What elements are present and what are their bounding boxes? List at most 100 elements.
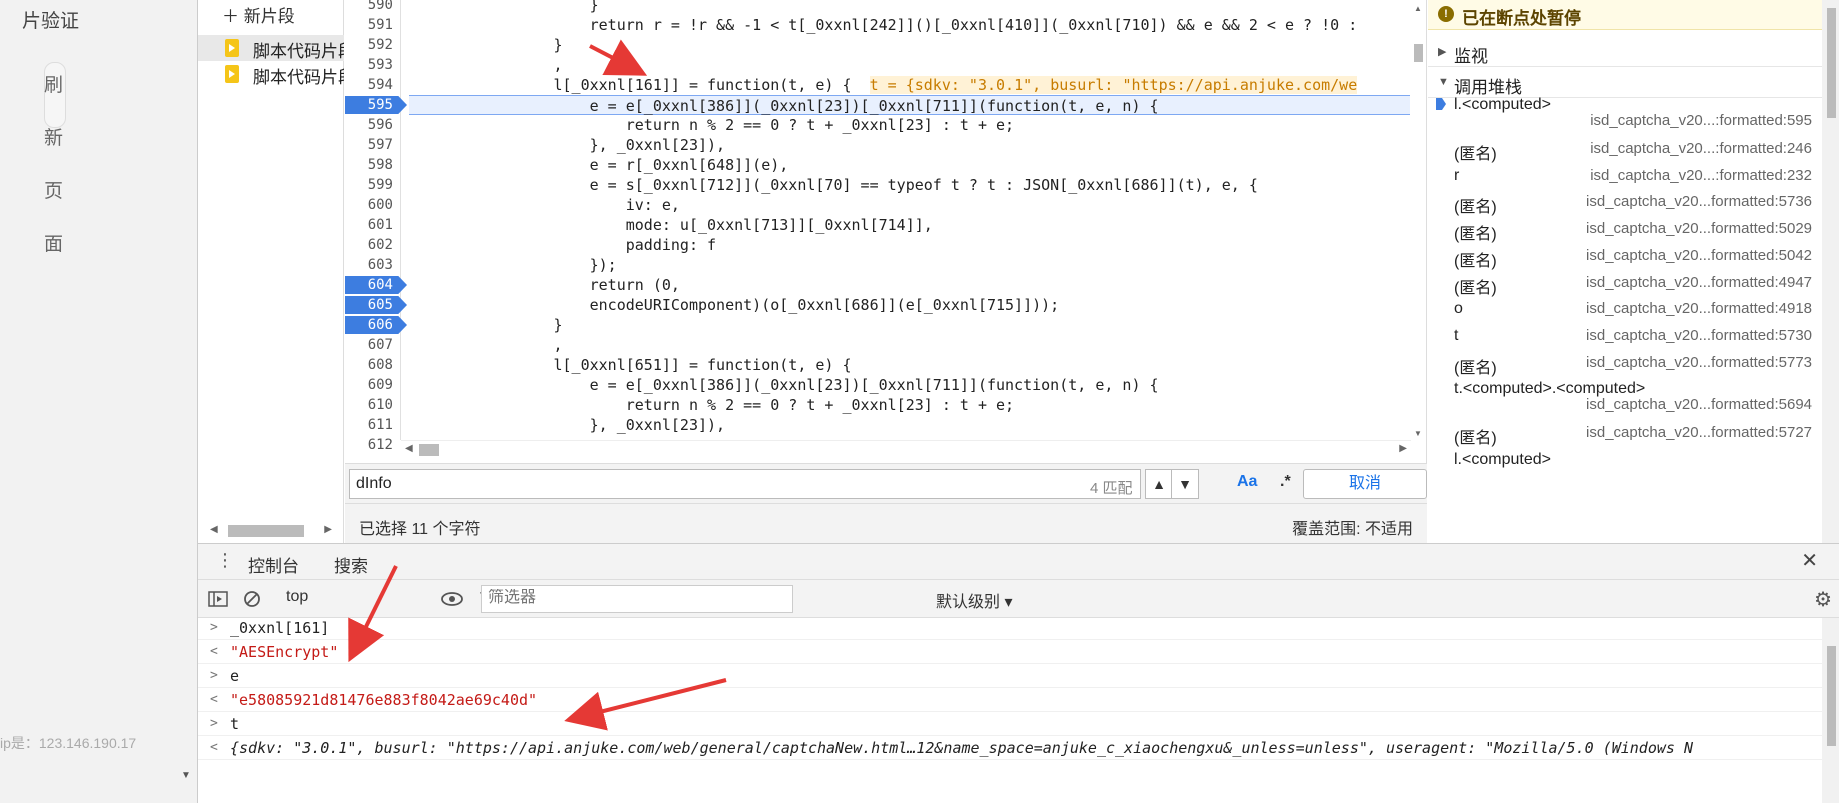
code-line[interactable]: } <box>409 35 1426 55</box>
code-line[interactable]: , <box>409 55 1426 75</box>
console-output[interactable]: > _0xxnl[161] < "AESEncrypt" > e < "e58085921d8… <box>198 618 1822 803</box>
snippet-item[interactable]: 脚本代码片段 <box>198 35 344 61</box>
frame-location[interactable]: isd_captcha_v20...:formatted:232 <box>1590 167 1812 184</box>
frame-location[interactable]: isd_captcha_v20...formatted:4947 <box>1586 274 1812 291</box>
call-frame[interactable]: l.<computed> <box>1428 445 1822 476</box>
line-number[interactable]: 599 <box>345 175 401 195</box>
frame-location[interactable]: isd_captcha_v20...formatted:5042 <box>1586 247 1812 264</box>
line-number[interactable]: 598 <box>345 155 401 175</box>
scroll-down-icon[interactable]: ▼ <box>1414 429 1422 438</box>
console-result-line[interactable]: < {sdkv: "3.0.1", busurl: "https://api.an… <box>198 736 1822 760</box>
frame-location[interactable]: isd_captcha_v20...formatted:5773 <box>1586 354 1812 371</box>
cancel-button[interactable]: 取消 <box>1303 469 1427 499</box>
watch-section-header[interactable]: ▶ 监视 <box>1428 37 1822 67</box>
code-line[interactable]: e = s[_0xxnl[712]](_0xxnl[70] == typeof … <box>409 175 1426 195</box>
call-frame[interactable]: l.<computed> isd_captcha_v20...:formatted… <box>1428 90 1822 130</box>
new-snippet-button[interactable]: ＋ 新片段 <box>222 2 295 27</box>
live-expression-eye-icon[interactable] <box>440 589 464 609</box>
frame-location[interactable]: isd_captcha_v20...:formatted:595 <box>1590 112 1812 129</box>
breakpoint-line-number[interactable]: 605 <box>345 295 401 315</box>
line-number[interactable]: 601 <box>345 215 401 235</box>
scroll-thumb[interactable] <box>1414 44 1423 62</box>
code-line[interactable]: encodeURIComponent)(o[_0xxnl[686]](e[_0x… <box>409 295 1426 315</box>
filter-input[interactable] <box>488 589 778 607</box>
match-case-button[interactable]: Aa <box>1237 473 1257 491</box>
close-drawer-icon[interactable]: ✕ <box>1801 548 1818 573</box>
line-number[interactable]: 602 <box>345 235 401 255</box>
frame-location[interactable]: isd_captcha_v20...formatted:5694 <box>1586 396 1812 413</box>
line-number[interactable]: 590 <box>345 0 401 15</box>
next-match-button[interactable]: ▼ <box>1171 469 1199 499</box>
scroll-right-icon[interactable]: ▶ <box>324 524 332 535</box>
line-number[interactable]: 609 <box>345 375 401 395</box>
code-line[interactable]: l[_0xxnl[651]] = function(t, e) { <box>409 355 1426 375</box>
current-code-line[interactable]: e = e[_0xxnl[386]](_0xxnl[23])[_0xxnl[71… <box>409 95 1426 115</box>
frame-location[interactable]: isd_captcha_v20...formatted:5736 <box>1586 193 1812 210</box>
line-gutter[interactable]: 590 591 592 593 594 595 596 597 598 599 600 601 602 6… <box>345 0 401 453</box>
scroll-thumb[interactable] <box>1827 8 1836 118</box>
code-line[interactable]: l[_0xxnl[161]] = function(t, e) { t = {s… <box>409 75 1426 95</box>
line-number[interactable]: 607 <box>345 335 401 355</box>
console-input-line[interactable]: > t <box>198 712 1822 736</box>
frame-location[interactable]: isd_captcha_v20...formatted:4918 <box>1586 300 1812 317</box>
more-vertical-icon[interactable]: ⋮ <box>216 550 234 571</box>
code-line[interactable]: padding: f <box>409 235 1426 255</box>
regex-button[interactable]: .* <box>1280 473 1291 491</box>
search-field[interactable]: 4 匹配 <box>349 469 1141 499</box>
code-line[interactable]: } <box>409 315 1426 335</box>
code-editor[interactable]: 590 591 592 593 594 595 596 597 598 599 600 601 602 6… <box>345 0 1427 463</box>
prev-match-button[interactable]: ▲ <box>1145 469 1173 499</box>
line-number[interactable]: 592 <box>345 35 401 55</box>
code-line[interactable]: }, _0xxnl[23]), <box>409 415 1426 435</box>
console-input-line[interactable]: > _0xxnl[161] <box>198 618 1822 640</box>
tab-search[interactable]: 搜索 <box>334 552 368 577</box>
code-line[interactable]: e = e[_0xxnl[386]](_0xxnl[23])[_0xxnl[71… <box>409 375 1426 395</box>
code-line[interactable]: iv: e, <box>409 195 1426 215</box>
scroll-left-icon[interactable]: ◀ <box>210 524 218 535</box>
breakpoint-line-number[interactable]: 604 <box>345 275 401 295</box>
line-number[interactable]: 597 <box>345 135 401 155</box>
code-line[interactable]: return r = !r && -1 < t[_0xxnl[242]]()[_… <box>409 15 1426 35</box>
breakpoint-line-number[interactable]: 595 <box>345 95 401 115</box>
code-line[interactable]: return (0, <box>409 275 1426 295</box>
line-number[interactable]: 612 <box>345 435 401 455</box>
code-line[interactable]: , <box>409 335 1426 355</box>
clear-console-icon[interactable] <box>242 589 262 609</box>
line-number[interactable]: 603 <box>345 255 401 275</box>
scroll-left-icon[interactable]: ◀ <box>405 443 413 454</box>
code-line[interactable]: }); <box>409 255 1426 275</box>
scroll-thumb[interactable] <box>419 444 439 456</box>
code-line[interactable]: mode: u[_0xxnl[713]][_0xxnl[714]], <box>409 215 1426 235</box>
frame-location[interactable]: isd_captcha_v20...formatted:5029 <box>1586 220 1812 237</box>
code-line[interactable]: return n % 2 == 0 ? t + _0xxnl[23] : t +… <box>409 115 1426 135</box>
frame-location[interactable]: isd_captcha_v20...:formatted:246 <box>1590 140 1812 157</box>
search-input[interactable] <box>356 472 956 496</box>
gear-icon[interactable]: ⚙ <box>1814 587 1832 612</box>
sidebar-toggle-icon[interactable] <box>208 589 228 609</box>
snippet-item[interactable]: 脚本代码片段 <box>198 61 344 87</box>
line-number[interactable]: 600 <box>345 195 401 215</box>
line-number[interactable]: 596 <box>345 115 401 135</box>
scroll-right-icon[interactable]: ▶ <box>1399 443 1407 454</box>
code-line[interactable]: e = r[_0xxnl[648]](e), <box>409 155 1426 175</box>
scroll-thumb[interactable] <box>228 525 304 537</box>
snippets-hscrollbar[interactable]: ◀ ▶ <box>210 523 332 539</box>
code-line[interactable]: return n % 2 == 0 ? t + _0xxnl[23] : t +… <box>409 395 1426 415</box>
line-number[interactable]: 610 <box>345 395 401 415</box>
sidebar-vscrollbar[interactable] <box>1822 0 1839 543</box>
console-input-line[interactable]: > e <box>198 664 1822 688</box>
scroll-up-icon[interactable]: ▲ <box>1414 4 1422 13</box>
context-selector[interactable]: top ▼ <box>260 588 488 610</box>
coverage-status[interactable]: 覆盖范围: 不适用 <box>1292 515 1413 539</box>
line-number[interactable]: 593 <box>345 55 401 75</box>
line-number[interactable]: 611 <box>345 415 401 435</box>
console-result-line[interactable]: < "e58085921d81476e883f8042ae69c40d" <box>198 688 1822 712</box>
line-number[interactable]: 608 <box>345 355 401 375</box>
console-filter[interactable] <box>481 585 793 613</box>
line-number[interactable]: 594 <box>345 75 401 95</box>
console-vscrollbar[interactable] <box>1822 618 1839 803</box>
code-line[interactable]: }, _0xxnl[23]), <box>409 135 1426 155</box>
frame-location[interactable]: isd_captcha_v20...formatted:5730 <box>1586 327 1812 344</box>
editor-vscrollbar[interactable]: ▲ ▼ <box>1410 0 1426 440</box>
frame-location[interactable]: isd_captcha_v20...formatted:5727 <box>1586 424 1812 441</box>
